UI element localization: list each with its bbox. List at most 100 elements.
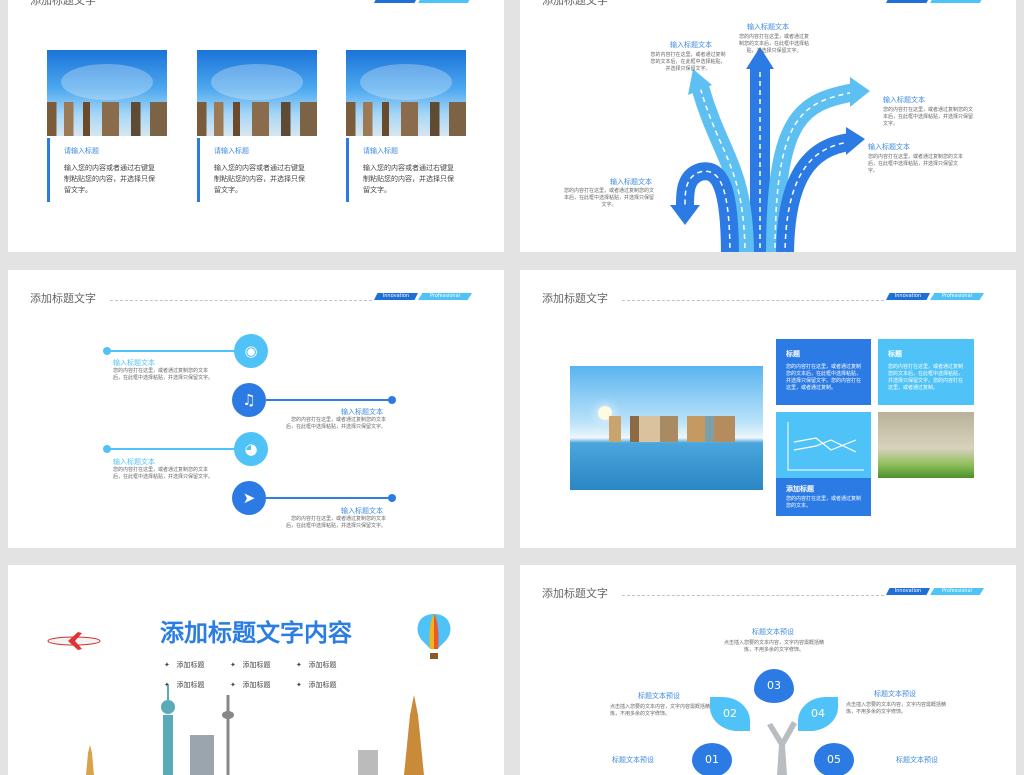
slide-3[interactable]: 添加标题文字 Innovation Professional ◉ 输入标题文本 …	[8, 270, 504, 548]
label-03: 标题文本预设	[752, 628, 794, 636]
professional-tag: Professional	[930, 588, 984, 595]
slide-title: 添加标题文字	[542, 292, 608, 305]
desc-03: 点击插入您要的文本内容，文字内容需概括精炼，不用多余的文字修饰。	[724, 640, 825, 653]
slide-2[interactable]: 添加标题文字 Innovation Professional 输入标题文本 您的…	[520, 0, 1016, 252]
title-divider	[622, 300, 884, 301]
bullet-item: ✦ 添加标题	[296, 661, 337, 669]
item-text: 您的内容打在这里，或者通过复制您的文本后，在此框中选择粘贴，并选择只保留文字。	[564, 188, 655, 208]
slide-title: 添加标题文字	[542, 587, 608, 600]
card-heading: 请输入标题	[363, 147, 398, 155]
innovation-tag: Innovation	[374, 293, 418, 300]
item-text: 您的内容打在这里，或者通过复制您的文本后，在此框中选择粘贴，并选择只保留文字。	[113, 368, 214, 381]
info-card: 请输入标题 输入您的内容或者通过右键复制粘贴您的内容，并选择只保留文字。	[47, 138, 169, 202]
timeline-dot	[388, 494, 396, 502]
slide-title: 添加标题文字	[30, 0, 96, 7]
item-title: 输入标题文本	[113, 458, 155, 466]
box-text: 您的内容打在这里，或者通过复制您的文本。	[786, 496, 862, 509]
desc-02: 点击插入您要的文本内容，文字内容需概括精炼，不用多余的文字修饰。	[610, 704, 711, 717]
innovation-tag: Innovation	[886, 588, 930, 595]
item-text: 您的内容打在这里，或者通过复制您的文本后，在此框中选择粘贴，并选择只保留文字。	[738, 34, 809, 54]
slide-title: 添加标题文字	[542, 0, 608, 7]
card-heading: 请输入标题	[214, 147, 249, 155]
bullet-item: ✦ 添加标题	[164, 661, 205, 669]
item-title: 输入标题文本	[610, 178, 652, 186]
title-divider	[110, 300, 372, 301]
item-title: 输入标题文本	[670, 41, 712, 49]
desc-04: 点击插入您要的文本内容，文字内容需概括精炼，不用多余的文字修饰。	[846, 702, 947, 715]
item-title: 输入标题文本	[113, 359, 155, 367]
road-arrows-graphic	[670, 47, 870, 252]
item-title: 输入标题文本	[883, 96, 925, 104]
card-text: 输入您的内容或者通过右键复制粘贴您的内容，并选择只保留文字。	[363, 164, 454, 194]
item-title: 输入标题文本	[868, 143, 910, 151]
timeline-line	[266, 399, 390, 401]
landmarks-silhouette	[86, 685, 424, 775]
camera-icon: ◉	[234, 334, 268, 368]
card-accent-bar	[197, 138, 200, 202]
box-heading: 添加标题	[786, 485, 814, 493]
professional-tag: Professional	[930, 293, 984, 300]
travel-landmarks-image	[570, 366, 763, 490]
card-heading: 请输入标题	[64, 147, 99, 155]
landmarks-image	[197, 50, 317, 136]
doodle-landmarks-image	[878, 412, 974, 478]
label-01: 标题文本预设	[612, 756, 654, 764]
item-text: 您的内容打在这里，或者通过复制您的文本后，在此框中选择粘贴，并选择只保留文字。	[650, 52, 726, 72]
item-title: 输入标题文本	[341, 507, 383, 515]
title-divider	[622, 595, 884, 596]
slide-4[interactable]: 添加标题文字 Innovation Professional 标题 您的内容打在…	[520, 270, 1016, 548]
main-title: 添加标题文字内容	[160, 619, 352, 647]
item-title: 输入标题文本	[747, 23, 789, 31]
item-text: 您的内容打在这里，或者通过复制您的文本后，在此框中选择粘贴，并选择只保留文字。	[286, 417, 387, 430]
info-box: 添加标题 您的内容打在这里，或者通过复制您的文本。	[776, 478, 871, 516]
item-text: 您的内容打在这里，或者通过复制您的文本后，在此框中选择粘贴，并选择只保留文字。	[286, 516, 387, 529]
info-card: 请输入标题 输入您的内容或者通过右键复制粘贴您的内容，并选择只保留文字。	[346, 138, 468, 202]
professional-tag: Professional	[418, 293, 472, 300]
item-text: 您的内容打在这里，或者通过复制您的文本后，在此框中选择粘贴，并选择只保留文字。	[113, 467, 214, 480]
info-card: 请输入标题 输入您的内容或者通过右键复制粘贴您的内容，并选择只保留文字。	[197, 138, 319, 202]
box-text: 您的内容打在这里，或者通过复制您的文本后，在此框中选择粘贴，并选择只保留文字。您…	[888, 364, 964, 391]
label-04: 标题文本预设	[874, 690, 916, 698]
innovation-tag: Innovation	[886, 293, 930, 300]
info-box: 标题 您的内容打在这里，或者通过复制您的文本后，在此框中选择粘贴，并选择只保留文…	[878, 339, 974, 405]
timeline-line	[266, 497, 390, 499]
leaf-03: 03	[754, 669, 794, 703]
slide-6[interactable]: 添加标题文字 Innovation Professional 标题文本预设 点击…	[520, 565, 1016, 775]
music-icon: ♫	[232, 383, 266, 417]
card-text: 输入您的内容或者通过右键复制粘贴您的内容，并选择只保留文字。	[64, 164, 155, 194]
leaf-01: 01	[692, 743, 732, 775]
item-title: 输入标题文本	[341, 408, 383, 416]
leaf-05: 05	[814, 743, 854, 775]
line-chart-graphic	[776, 412, 871, 478]
slide-5[interactable]: 添加标题文字内容 ✦ 添加标题 ✦ 添加标题 ✦ 添加标题 ✦ 添加标题 ✦ 添…	[8, 565, 504, 775]
hot-air-balloon-icon	[416, 613, 452, 663]
card-accent-bar	[346, 138, 349, 202]
item-text: 您的内容打在这里，或者通过复制您的文本后，在此框中选择粘贴，并选择只保留文字。	[883, 107, 974, 127]
innovation-tag: Innovation	[374, 0, 418, 3]
box-text: 您的内容打在这里，或者通过复制您的文本后，在此框中选择粘贴，并选择只保留文字。您…	[786, 364, 862, 391]
info-box: 标题 您的内容打在这里，或者通过复制您的文本后，在此框中选择粘贴，并选择只保留文…	[776, 339, 871, 405]
timeline-line	[109, 350, 235, 352]
label-02: 标题文本预设	[638, 692, 680, 700]
rocket-icon: ➤	[232, 481, 266, 515]
box-heading: 标题	[888, 350, 902, 358]
leaf-04: 04	[798, 697, 838, 731]
slide-title: 添加标题文字	[30, 292, 96, 305]
leaf-02: 02	[710, 697, 750, 731]
professional-tag: Professional	[930, 0, 984, 3]
bullet-item: ✦ 添加标题	[230, 661, 271, 669]
gauge-icon: ◕	[234, 432, 268, 466]
professional-tag: Professional	[418, 0, 472, 3]
landmarks-image	[47, 50, 167, 136]
landmarks-image	[346, 50, 466, 136]
card-text: 输入您的内容或者通过右键复制粘贴您的内容，并选择只保留文字。	[214, 164, 305, 194]
airplane-icon	[42, 631, 106, 651]
timeline-line	[109, 448, 235, 450]
item-text: 您的内容打在这里，或者通过复制您的文本后，在此框中选择粘贴，并选择只保留文字。	[868, 154, 964, 174]
card-accent-bar	[47, 138, 50, 202]
timeline-dot	[388, 396, 396, 404]
innovation-tag: Innovation	[886, 0, 930, 3]
box-heading: 标题	[786, 350, 800, 358]
label-05: 标题文本预设	[896, 756, 938, 764]
slide-1[interactable]: 添加标题文字 Innovation Professional 请输入标题 输入您…	[8, 0, 504, 252]
